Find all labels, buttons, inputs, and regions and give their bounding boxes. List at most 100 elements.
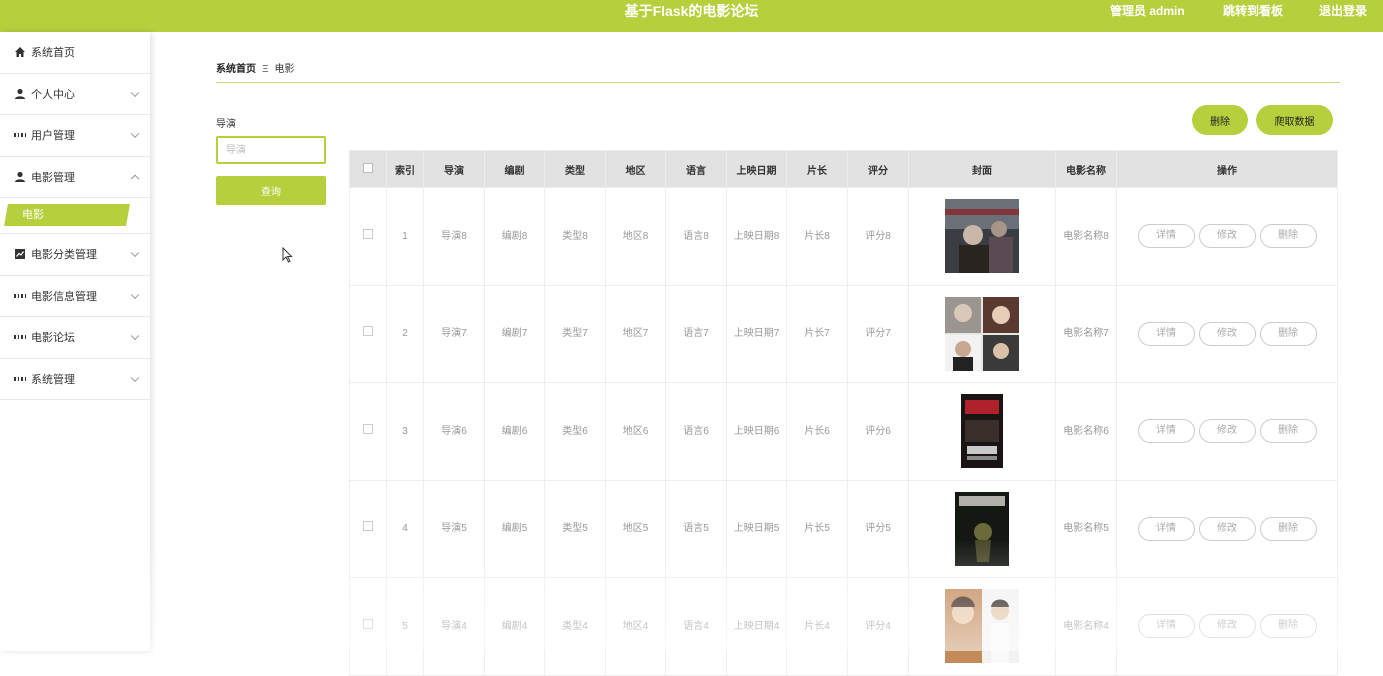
sidebar-item-label: 电影分类管理 xyxy=(31,249,97,262)
breadcrumb-home[interactable]: 系统首页 xyxy=(216,64,256,75)
detail-button[interactable]: 详情 xyxy=(1137,614,1195,639)
cell-release-date: 上映日期5 xyxy=(726,479,787,578)
sidebar-item-category[interactable]: 电影分类管理 xyxy=(0,234,150,276)
cell-length: 片长8 xyxy=(786,187,848,286)
cell-actions: 详情 修改 删除 xyxy=(1116,284,1338,383)
cell-length: 片长4 xyxy=(786,577,848,676)
chevron-up-icon xyxy=(130,174,140,183)
cell-rating: 评分8 xyxy=(847,187,909,286)
table-row: 3 导演6 编剧6 类型6 地区6 语言6 上映日期6 片长6 评分6 电影名称… xyxy=(349,382,1338,481)
cell-index: 1 xyxy=(386,187,424,286)
edit-button[interactable]: 修改 xyxy=(1198,419,1256,444)
cell-genre: 类型5 xyxy=(544,479,606,578)
cell-writer: 编剧5 xyxy=(484,479,545,578)
admin-label[interactable]: 管理员 admin xyxy=(1110,2,1185,19)
detail-button[interactable]: 详情 xyxy=(1137,224,1195,249)
cell-genre: 类型4 xyxy=(544,577,606,676)
query-button[interactable]: 查询 xyxy=(216,176,326,205)
delete-button[interactable]: 删除 xyxy=(1192,105,1248,135)
column-header: 类型 xyxy=(544,150,606,188)
cell-rating: 评分5 xyxy=(847,479,909,578)
breadcrumb: 系统首页 Ξ 电影 xyxy=(216,60,295,75)
divider xyxy=(216,82,1340,83)
sidebar-item-forum[interactable]: 电影论坛 xyxy=(0,317,150,359)
cell-rating: 评分4 xyxy=(847,577,909,676)
cell-release-date: 上映日期7 xyxy=(726,284,787,383)
sidebar-subitem-movie[interactable]: 电影 xyxy=(0,198,150,234)
breadcrumb-separator: Ξ xyxy=(262,64,269,75)
movie-cover-image xyxy=(945,199,1019,274)
edit-button[interactable]: 修改 xyxy=(1198,321,1256,346)
cell-index: 4 xyxy=(386,479,424,578)
detail-button[interactable]: 详情 xyxy=(1137,321,1195,346)
row-checkbox[interactable] xyxy=(363,228,373,239)
sidebar-item-label: 电影管理 xyxy=(31,171,75,184)
sidebar-item-label: 用户管理 xyxy=(31,130,75,143)
select-all-checkbox[interactable] xyxy=(363,162,373,173)
cell-index: 2 xyxy=(386,284,424,383)
detail-button[interactable]: 详情 xyxy=(1137,516,1195,541)
director-search-input[interactable] xyxy=(216,136,326,164)
chart-icon xyxy=(14,248,26,260)
cell-rating: 评分7 xyxy=(847,284,909,383)
cell-length: 片长5 xyxy=(786,479,848,578)
edit-button[interactable]: 修改 xyxy=(1198,224,1256,249)
select-all-cell[interactable] xyxy=(349,150,387,188)
cell-length: 片长6 xyxy=(786,382,848,481)
column-header: 操作 xyxy=(1116,150,1338,188)
user-icon xyxy=(14,171,26,183)
cell-cover xyxy=(908,187,1056,286)
movie-cover-image xyxy=(945,296,1019,371)
column-header: 导演 xyxy=(423,150,485,188)
cell-region: 地区8 xyxy=(605,187,666,286)
chevron-down-icon xyxy=(130,129,140,139)
detail-button[interactable]: 详情 xyxy=(1137,419,1195,444)
cell-actions: 详情 修改 删除 xyxy=(1116,577,1338,676)
cell-cover xyxy=(908,479,1056,578)
row-checkbox[interactable] xyxy=(363,423,373,434)
sidebar-item-movies[interactable]: 电影管理 xyxy=(0,157,150,198)
sidebar-item-movie-info[interactable]: 电影信息管理 xyxy=(0,276,150,317)
mouse-cursor-icon xyxy=(282,246,294,266)
sidebar-item-home[interactable]: 系统首页 xyxy=(0,32,150,74)
grid-icon xyxy=(14,331,26,343)
row-delete-button[interactable]: 删除 xyxy=(1259,419,1317,444)
row-delete-button[interactable]: 删除 xyxy=(1259,614,1317,639)
table-row: 5 导演4 编剧4 类型4 地区4 语言4 上映日期4 片长4 评分4 电影名称… xyxy=(349,577,1338,676)
cell-rating: 评分6 xyxy=(847,382,909,481)
column-header: 封面 xyxy=(908,150,1056,188)
edit-button[interactable]: 修改 xyxy=(1198,614,1256,639)
cell-cover xyxy=(908,382,1056,481)
row-delete-button[interactable]: 删除 xyxy=(1259,516,1317,541)
sidebar-item-system[interactable]: 系统管理 xyxy=(0,359,150,400)
grid-icon xyxy=(14,290,26,302)
column-header: 评分 xyxy=(847,150,909,188)
cell-region: 地区7 xyxy=(605,284,666,383)
dashboard-link[interactable]: 跳转到看板 xyxy=(1223,2,1283,19)
movie-cover-image xyxy=(955,491,1009,566)
crawl-data-button[interactable]: 爬取数据 xyxy=(1256,105,1333,135)
cell-director: 导演5 xyxy=(423,479,485,578)
column-header: 语言 xyxy=(665,150,727,188)
sidebar-item-profile[interactable]: 个人中心 xyxy=(0,74,150,115)
logout-link[interactable]: 退出登录 xyxy=(1319,2,1367,19)
cell-index: 5 xyxy=(386,577,424,676)
row-delete-button[interactable]: 删除 xyxy=(1259,321,1317,346)
sidebar-subitem-label: 电影 xyxy=(22,209,44,221)
cell-movie-name: 电影名称4 xyxy=(1055,577,1117,676)
sidebar-item-label: 个人中心 xyxy=(31,88,75,101)
row-checkbox[interactable] xyxy=(363,618,373,629)
row-checkbox[interactable] xyxy=(363,521,373,532)
movie-cover-image xyxy=(961,394,1003,469)
cell-movie-name: 电影名称7 xyxy=(1055,284,1117,383)
movie-cover-image xyxy=(945,589,1019,664)
cell-director: 导演8 xyxy=(423,187,485,286)
column-header: 电影名称 xyxy=(1055,150,1117,188)
cell-cover xyxy=(908,284,1056,383)
row-delete-button[interactable]: 删除 xyxy=(1259,224,1317,249)
sidebar: 系统首页 个人中心 用户管理 电影管理 电影 电影分类管理 电影信息管理 电影论… xyxy=(0,32,150,651)
row-checkbox[interactable] xyxy=(363,326,373,337)
sidebar-item-users[interactable]: 用户管理 xyxy=(0,115,150,157)
table-header-row: 索引 导演 编剧 类型 地区 语言 上映日期 片长 评分 封面 电影名称 操作 xyxy=(349,150,1338,188)
edit-button[interactable]: 修改 xyxy=(1198,516,1256,541)
